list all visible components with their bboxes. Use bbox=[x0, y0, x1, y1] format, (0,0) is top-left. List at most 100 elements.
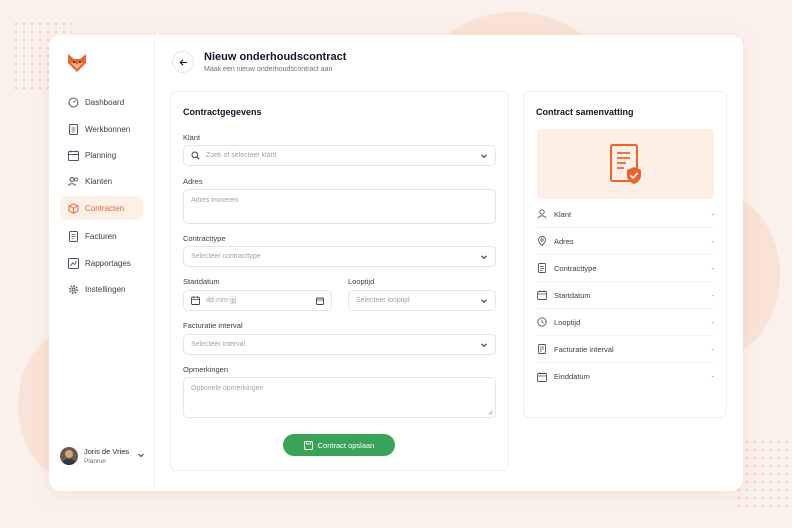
summary-row-adres: Adres - bbox=[537, 228, 714, 255]
chevron-down-icon bbox=[480, 341, 488, 349]
summary-row-contracttype: Contracttype - bbox=[537, 255, 714, 282]
summary-value: - bbox=[711, 317, 715, 327]
form-title: Contractgegevens bbox=[183, 107, 262, 117]
users-icon bbox=[68, 176, 79, 187]
invoice-icon bbox=[68, 230, 79, 242]
save-button-label: Contract opslaan bbox=[317, 440, 375, 450]
sidebar-item-contracten[interactable]: Contracten bbox=[60, 196, 143, 220]
app-window: Dashboard Werkbonnen Planning Klanten Co… bbox=[49, 35, 743, 491]
summary-row-interval: Facturatie interval - bbox=[537, 336, 714, 363]
document-icon bbox=[68, 123, 79, 135]
sidebar-item-instellingen[interactable]: Instellingen bbox=[60, 277, 143, 301]
startdatum-placeholder: dd-mm-jjjj bbox=[206, 297, 237, 304]
adres-input[interactable]: Adres invoeren bbox=[183, 189, 496, 224]
interval-placeholder: Selecteer interval bbox=[191, 341, 246, 348]
contract-shield-icon bbox=[609, 143, 643, 185]
summary-label: Einddatum bbox=[554, 372, 590, 381]
contracttype-select[interactable]: Selecteer contracttype bbox=[183, 246, 496, 267]
contract-summary-card: Contract samenvatting Klant - Adres - Co… bbox=[523, 91, 727, 418]
klant-placeholder: Zoek of selecteer klant bbox=[206, 152, 277, 159]
summary-value: - bbox=[711, 209, 715, 219]
looptijd-label: Looptijd bbox=[348, 277, 375, 286]
summary-value: - bbox=[711, 344, 715, 354]
dashboard-icon bbox=[68, 97, 79, 108]
sidebar-item-label: Contracten bbox=[85, 203, 125, 213]
sidebar-item-label: Dashboard bbox=[85, 97, 125, 107]
calendar-picker-icon[interactable] bbox=[316, 297, 324, 305]
user-role: Planner bbox=[84, 458, 107, 465]
sidebar-item-klanten[interactable]: Klanten bbox=[60, 169, 143, 193]
avatar bbox=[60, 447, 78, 465]
summary-value: - bbox=[711, 236, 715, 246]
user-menu[interactable]: Joris de Vries Planner bbox=[60, 445, 145, 467]
sidebar: Dashboard Werkbonnen Planning Klanten Co… bbox=[49, 35, 155, 491]
summary-label: Looptijd bbox=[554, 317, 581, 327]
opmerkingen-label: Opmerkingen bbox=[183, 365, 229, 374]
sidebar-item-label: Planning bbox=[85, 150, 117, 160]
summary-row-looptijd: Looptijd - bbox=[537, 309, 714, 336]
sidebar-item-rapportages[interactable]: Rapportages bbox=[60, 251, 143, 275]
invoice-icon bbox=[537, 344, 547, 354]
sidebar-item-label: Instellingen bbox=[85, 284, 126, 294]
box-icon bbox=[68, 202, 79, 214]
summary-label: Contracttype bbox=[554, 263, 597, 273]
user-icon bbox=[537, 209, 547, 219]
fox-logo-icon bbox=[66, 52, 88, 74]
save-icon bbox=[303, 440, 313, 450]
chevron-down-icon[interactable] bbox=[137, 451, 145, 459]
summary-row-klant: Klant - bbox=[537, 201, 714, 228]
arrow-left-icon bbox=[179, 58, 188, 67]
gear-icon bbox=[68, 284, 79, 295]
location-icon bbox=[537, 236, 547, 246]
sidebar-item-label: Rapportages bbox=[85, 258, 131, 268]
summary-value: - bbox=[711, 372, 715, 381]
contracttype-label: Contracttype bbox=[183, 234, 226, 243]
main-content: Nieuw onderhoudscontract Maak een nieuw … bbox=[155, 35, 743, 491]
adres-label: Adres bbox=[183, 177, 203, 186]
looptijd-select[interactable]: Selecteer looptijd bbox=[348, 290, 496, 311]
resize-handle-icon[interactable] bbox=[488, 410, 493, 415]
sidebar-item-werkbonnen[interactable]: Werkbonnen bbox=[60, 117, 143, 141]
chevron-down-icon bbox=[480, 253, 488, 261]
summary-label: Facturatie interval bbox=[554, 344, 614, 354]
save-contract-button[interactable]: Contract opslaan bbox=[283, 434, 395, 456]
summary-row-einddatum: Einddatum - bbox=[537, 363, 714, 390]
sidebar-item-facturen[interactable]: Facturen bbox=[60, 224, 143, 248]
sidebar-item-dashboard[interactable]: Dashboard bbox=[60, 90, 143, 114]
opmerkingen-placeholder: Optionele opmerkingen bbox=[191, 385, 264, 392]
interval-label: Facturatie interval bbox=[183, 321, 243, 330]
sidebar-item-label: Werkbonnen bbox=[85, 124, 131, 134]
opmerkingen-textarea[interactable]: Optionele opmerkingen bbox=[183, 377, 496, 418]
summary-label: Startdatum bbox=[554, 290, 591, 300]
clock-icon bbox=[537, 317, 547, 327]
summary-value: - bbox=[711, 290, 715, 300]
summary-label: Adres bbox=[554, 236, 574, 246]
page-title: Nieuw onderhoudscontract bbox=[204, 51, 347, 63]
sidebar-item-label: Klanten bbox=[85, 176, 113, 186]
calendar-icon bbox=[537, 290, 547, 300]
sidebar-item-planning[interactable]: Planning bbox=[60, 143, 143, 167]
user-name: Joris de Vries bbox=[84, 447, 130, 456]
calendar-icon bbox=[191, 296, 200, 305]
contract-form-card: Contractgegevens Klant Zoek of selecteer… bbox=[170, 91, 509, 471]
startdatum-label: Startdatum bbox=[183, 277, 220, 286]
chart-icon bbox=[68, 257, 79, 269]
summary-label: Klant bbox=[554, 209, 572, 219]
sidebar-item-label: Facturen bbox=[85, 231, 117, 241]
looptijd-placeholder: Selecteer looptijd bbox=[356, 297, 410, 304]
search-icon bbox=[191, 151, 200, 160]
document-icon bbox=[537, 263, 547, 273]
chevron-down-icon bbox=[480, 297, 488, 305]
adres-placeholder: Adres invoeren bbox=[191, 197, 239, 204]
back-button[interactable] bbox=[172, 51, 194, 73]
page-subtitle: Maak een nieuw onderhoudscontract aan bbox=[204, 66, 333, 73]
chevron-down-icon bbox=[480, 152, 488, 160]
background-dots bbox=[735, 438, 792, 508]
interval-select[interactable]: Selecteer interval bbox=[183, 334, 496, 355]
startdatum-input[interactable]: dd-mm-jjjj bbox=[183, 290, 332, 311]
summary-illustration bbox=[537, 129, 714, 199]
calendar-icon bbox=[537, 371, 547, 382]
klant-select[interactable]: Zoek of selecteer klant bbox=[183, 145, 496, 166]
klant-label: Klant bbox=[183, 133, 201, 142]
contracttype-placeholder: Selecteer contracttype bbox=[191, 253, 261, 260]
